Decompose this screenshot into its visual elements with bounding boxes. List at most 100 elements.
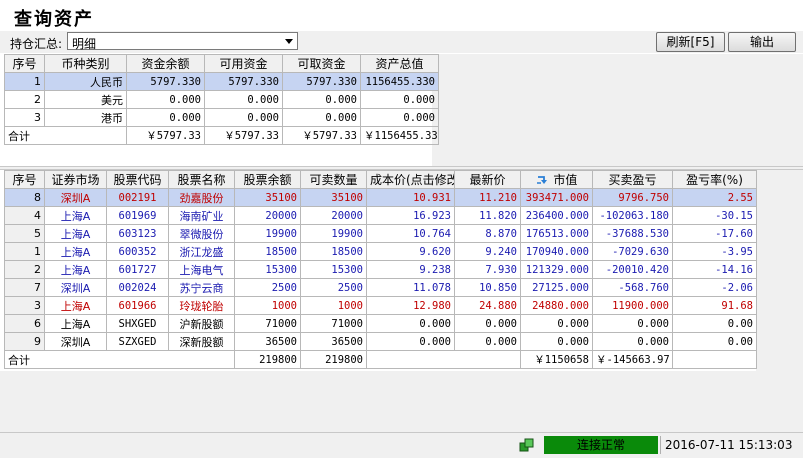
positions-col-balance[interactable]: 股票余额 <box>234 170 301 189</box>
positions-cell-value: 176513.000 <box>520 224 593 243</box>
funds-cell-total: 0.000 <box>360 90 439 109</box>
funds-header-row: 序号 币种类别 资金余额 可用资金 可取资金 资产总值 <box>4 54 439 73</box>
positions-panel-background <box>756 170 803 432</box>
funds-cell-available: 5797.330 <box>204 72 283 91</box>
funds-total-balance: ￥5797.33 <box>126 126 205 145</box>
table-row[interactable]: 9 深圳A SZXGED 深新股额 36500 36500 0.000 0.000 0.000 0… <box>4 332 757 351</box>
positions-cell-rate: 2.55 <box>672 188 757 207</box>
positions-cell-market: 深圳A <box>44 278 107 297</box>
positions-cell-name: 苏宁云商 <box>168 278 235 297</box>
positions-col-value-label: 市值 <box>553 173 578 187</box>
funds-total-total: ￥1156455.33 <box>360 126 439 145</box>
table-row[interactable]: 2 上海A 601727 上海电气 15300 15300 9.238 7.930 121329… <box>4 260 757 279</box>
positions-cell-value: 0.000 <box>520 332 593 351</box>
positions-cell-pnl: 11900.000 <box>592 296 673 315</box>
positions-col-name[interactable]: 股票名称 <box>168 170 235 189</box>
positions-total-sellable: 219800 <box>300 350 367 369</box>
positions-cell-pnl: -20010.420 <box>592 260 673 279</box>
positions-cell-name: 玲珑轮胎 <box>168 296 235 315</box>
positions-cell-pnl: 9796.750 <box>592 188 673 207</box>
funds-col-total[interactable]: 资产总值 <box>360 54 439 73</box>
funds-row[interactable]: 1 人民币 5797.330 5797.330 5797.330 1156455… <box>4 72 439 91</box>
positions-cell-rate: 0.00 <box>672 332 757 351</box>
funds-col-withdrawable[interactable]: 可取资金 <box>282 54 361 73</box>
positions-cell-name: 翠微股份 <box>168 224 235 243</box>
summary-label: 持仓汇总: <box>10 37 63 51</box>
funds-cell-withdrawable: 5797.330 <box>282 72 361 91</box>
funds-row[interactable]: 2 美元 0.000 0.000 0.000 0.000 <box>4 90 439 109</box>
positions-cell-sellable: 20000 <box>300 206 367 225</box>
positions-cell-market: 上海A <box>44 206 107 225</box>
funds-col-available[interactable]: 可用资金 <box>204 54 283 73</box>
table-row[interactable]: 8 深圳A 002191 劲嘉股份 35100 35100 10.931 11.210 3934… <box>4 188 757 207</box>
positions-cell-sellable: 35100 <box>300 188 367 207</box>
window-titlebar: 查询资产 <box>0 0 803 32</box>
export-button[interactable]: 输出 <box>728 32 796 52</box>
funds-col-balance[interactable]: 资金余额 <box>126 54 205 73</box>
funds-cell-withdrawable: 0.000 <box>282 90 361 109</box>
table-row[interactable]: 6 上海A SHXGED 沪新股额 71000 71000 0.000 0.000 0.000 0… <box>4 314 757 333</box>
positions-col-code[interactable]: 股票代码 <box>106 170 169 189</box>
positions-header-row: 序号 证券市场 股票代码 股票名称 股票余额 可卖数量 成本价(点击修改 最新价… <box>4 170 757 189</box>
positions-cell-cost: 16.923 <box>366 206 455 225</box>
funds-cell-currency: 港币 <box>44 108 127 127</box>
positions-cell-balance: 20000 <box>234 206 301 225</box>
table-row[interactable]: 1 上海A 600352 浙江龙盛 18500 18500 9.620 9.240 170940… <box>4 242 757 261</box>
positions-col-sellable[interactable]: 可卖数量 <box>300 170 367 189</box>
positions-cell-code: SZXGED <box>106 332 169 351</box>
positions-cell-pnl: 0.000 <box>592 314 673 333</box>
positions-cell-price: 7.930 <box>454 260 521 279</box>
positions-cell-price: 8.870 <box>454 224 521 243</box>
summary-select[interactable]: 明细 <box>67 32 298 51</box>
positions-cell-cost: 0.000 <box>366 332 455 351</box>
positions-cell-market: 上海A <box>44 260 107 279</box>
positions-cell-price: 9.240 <box>454 242 521 261</box>
positions-total-value: ￥1150658 <box>520 350 593 369</box>
positions-cell-value: 24880.000 <box>520 296 593 315</box>
refresh-button[interactable]: 刷新[F5] <box>656 32 725 52</box>
positions-cell-balance: 18500 <box>234 242 301 261</box>
funds-cell-available: 0.000 <box>204 108 283 127</box>
chevron-down-icon[interactable] <box>285 39 293 44</box>
positions-col-cost[interactable]: 成本价(点击修改 <box>366 170 455 189</box>
table-row[interactable]: 4 上海A 601969 海南矿业 20000 20000 16.923 11.820 2364… <box>4 206 757 225</box>
positions-cell-rate: -30.15 <box>672 206 757 225</box>
positions-cell-cost: 11.078 <box>366 278 455 297</box>
funds-col-no[interactable]: 序号 <box>4 54 45 73</box>
funds-total-label: 合计 <box>4 126 127 145</box>
table-row[interactable]: 5 上海A 603123 翠微股份 19900 19900 10.764 8.870 17651… <box>4 224 757 243</box>
positions-cell-code: 600352 <box>106 242 169 261</box>
positions-col-price[interactable]: 最新价 <box>454 170 521 189</box>
positions-cell-code: 601727 <box>106 260 169 279</box>
funds-cell-withdrawable: 0.000 <box>282 108 361 127</box>
positions-col-value[interactable]: 市值 <box>520 170 593 189</box>
positions-cell-value: 236400.000 <box>520 206 593 225</box>
network-icon <box>519 438 534 452</box>
positions-total-empty <box>672 350 757 369</box>
table-row[interactable]: 7 深圳A 002024 苏宁云商 2500 2500 11.078 10.850 27125.… <box>4 278 757 297</box>
positions-col-pnl[interactable]: 买卖盈亏 <box>592 170 673 189</box>
funds-panel-background <box>432 54 803 166</box>
sort-desc-icon[interactable] <box>536 175 550 187</box>
positions-cell-cost: 9.238 <box>366 260 455 279</box>
positions-col-no[interactable]: 序号 <box>4 170 45 189</box>
positions-col-rate[interactable]: 盈亏率(%) <box>672 170 757 189</box>
positions-cell-sellable: 36500 <box>300 332 367 351</box>
positions-cell-price: 11.210 <box>454 188 521 207</box>
positions-cell-code: 603123 <box>106 224 169 243</box>
positions-col-market[interactable]: 证券市场 <box>44 170 107 189</box>
positions-cell-cost: 9.620 <box>366 242 455 261</box>
positions-cell-no: 1 <box>4 242 45 261</box>
positions-cell-no: 4 <box>4 206 45 225</box>
positions-cell-price: 10.850 <box>454 278 521 297</box>
positions-cell-name: 浙江龙盛 <box>168 242 235 261</box>
toolbar: 持仓汇总: 明细 刷新[F5] 输出 <box>0 31 803 53</box>
positions-cell-code: 002191 <box>106 188 169 207</box>
table-row[interactable]: 3 上海A 601966 玲珑轮胎 1000 1000 12.980 24.880 24880.… <box>4 296 757 315</box>
funds-row[interactable]: 3 港币 0.000 0.000 0.000 0.000 <box>4 108 439 127</box>
positions-total-pnl: ￥-145663.97 <box>592 350 673 369</box>
positions-total-label: 合计 <box>4 350 235 369</box>
positions-cell-value: 170940.000 <box>520 242 593 261</box>
positions-cell-pnl: 0.000 <box>592 332 673 351</box>
funds-col-currency[interactable]: 币种类别 <box>44 54 127 73</box>
